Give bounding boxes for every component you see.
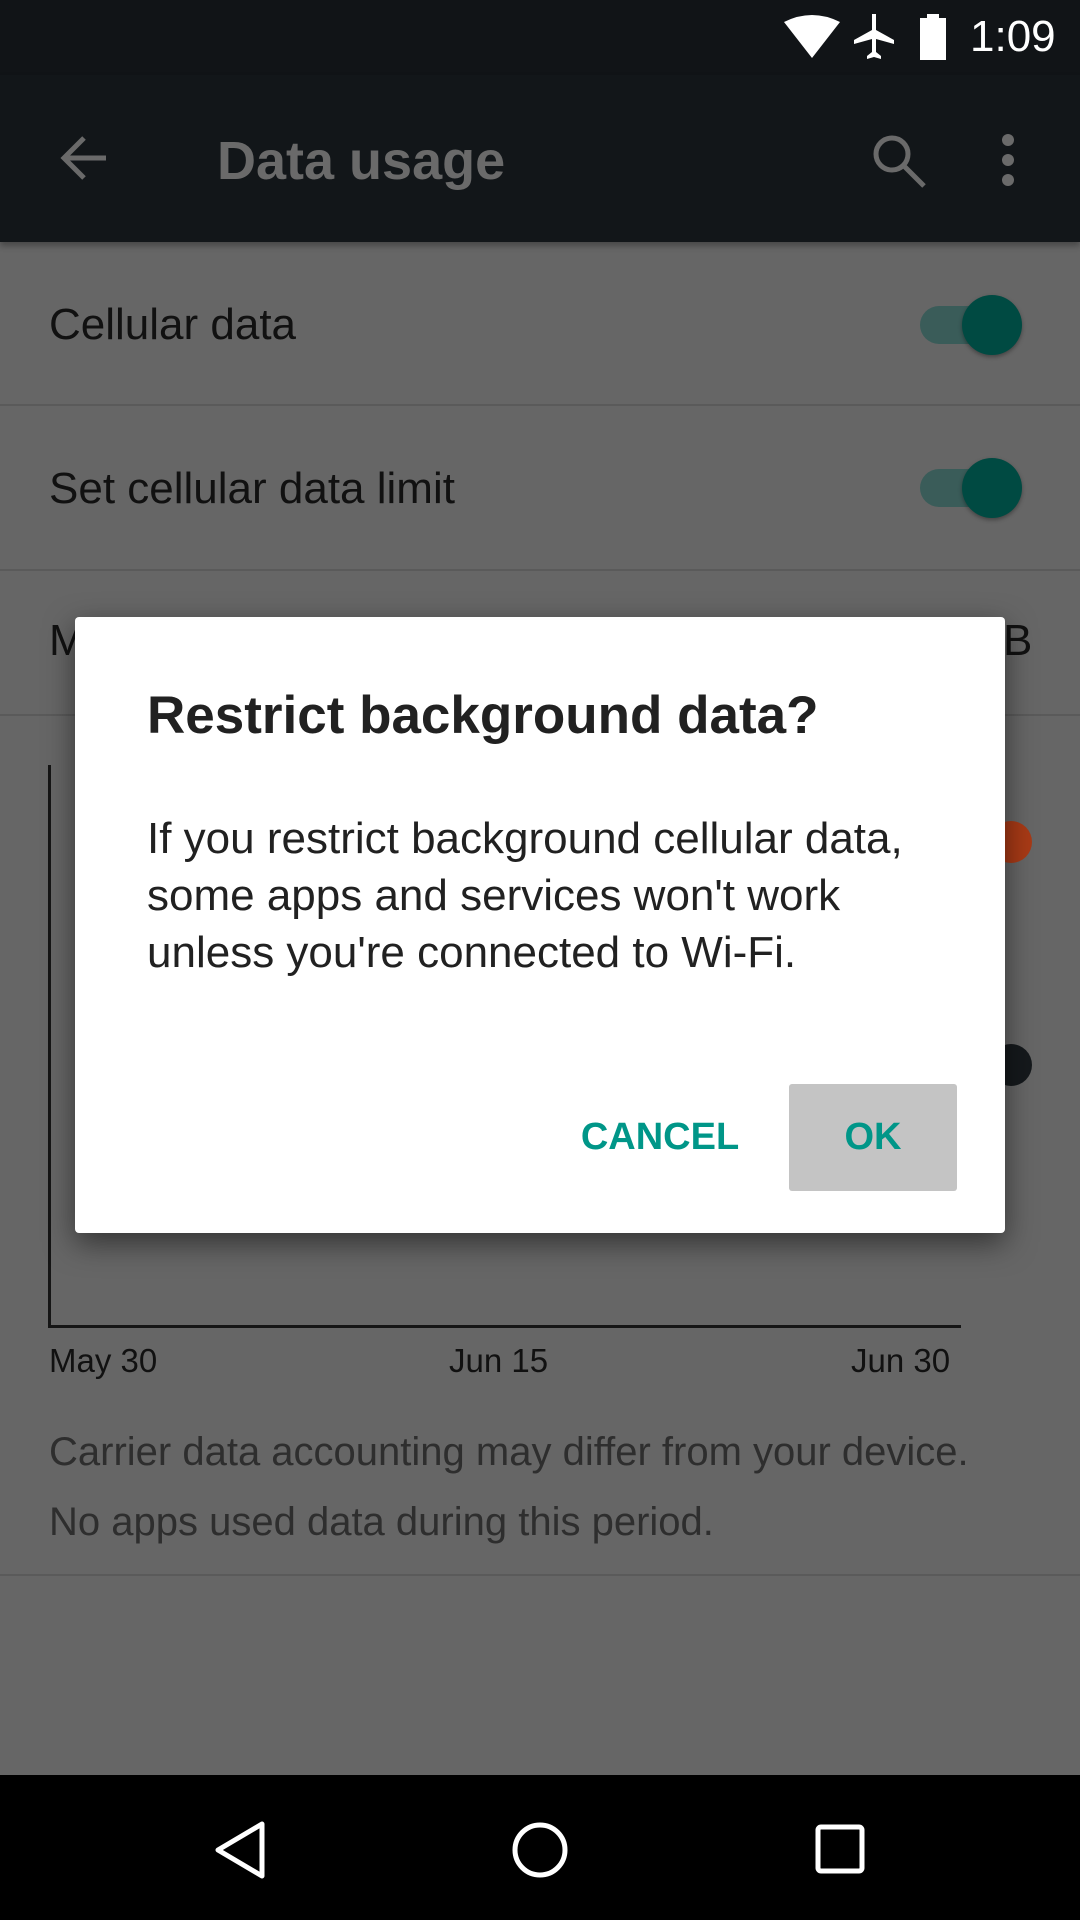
divider — [0, 1574, 1080, 1576]
dialog-message: If you restrict background cellular data… — [147, 814, 903, 977]
clock: 1:09 — [970, 12, 1056, 61]
back-arrow-icon[interactable] — [58, 132, 110, 184]
x-label-start: May 30 — [49, 1342, 158, 1379]
chart-x-axis — [48, 1325, 961, 1328]
toolbar: Data usage — [0, 75, 1080, 242]
airplane-icon — [854, 14, 894, 59]
restrict-background-dialog: Restrict background data? If you restric… — [75, 617, 1005, 1233]
home-icon[interactable] — [510, 1820, 570, 1880]
recents-icon[interactable] — [814, 1823, 866, 1875]
chart-y-axis — [48, 765, 51, 1328]
back-icon[interactable] — [212, 1820, 268, 1880]
cellular-data-toggle[interactable] — [920, 295, 1022, 355]
carrier-note: Carrier data accounting may differ from … — [49, 1430, 969, 1474]
navigation-bar — [0, 1775, 1080, 1920]
more-vert-icon[interactable] — [996, 132, 1020, 188]
ok-button[interactable]: OK — [789, 1084, 957, 1191]
dialog-title: Restrict background data? — [147, 686, 819, 745]
status-bar: 1:09 — [0, 0, 1080, 75]
divider — [0, 404, 1080, 406]
no-apps-note: No apps used data during this period. — [49, 1500, 714, 1544]
partial-row-right: B — [1003, 616, 1033, 665]
x-label-mid: Jun 15 — [449, 1342, 549, 1379]
search-icon[interactable] — [870, 132, 928, 190]
cellular-data-label: Cellular data — [49, 300, 297, 349]
data-limit-toggle[interactable] — [920, 458, 1022, 518]
page-title: Data usage — [217, 131, 506, 191]
divider — [0, 569, 1080, 571]
battery-icon — [920, 14, 946, 60]
set-data-limit-label: Set cellular data limit — [49, 464, 455, 513]
wifi-icon — [784, 15, 840, 58]
x-label-end: Jun 30 — [851, 1342, 951, 1379]
cancel-button[interactable]: CANCEL — [565, 1084, 755, 1191]
